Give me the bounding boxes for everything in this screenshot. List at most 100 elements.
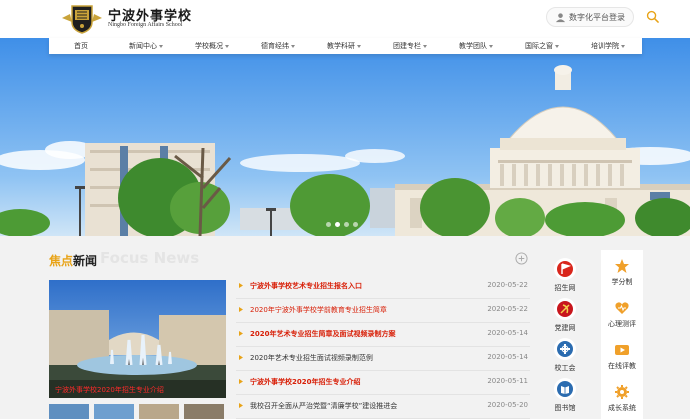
featured-news-caption: 宁波外事学校2020年招生专业介绍 [55, 386, 164, 394]
page: 宁波外事学校 Ningbo Foreign Affairs School 数字化… [0, 0, 690, 419]
news-title: 宁波外事学校艺术专业招生报名入口 [250, 282, 362, 290]
search-icon[interactable] [646, 10, 659, 23]
school-name-en: Ningbo Foreign Affairs School [108, 22, 183, 28]
section-title-en: Focus News [100, 249, 200, 267]
thumbnail[interactable] [139, 404, 179, 419]
section-title: 焦点新闻 [49, 252, 97, 269]
carousel-dot[interactable] [344, 222, 349, 227]
news-item[interactable]: 我校召开全面从严治党暨“清廉学校”建设推进会 2020-05-20 [236, 395, 530, 419]
nav-item-teaching-research[interactable]: 教学科研 [327, 41, 361, 51]
quick-link-label: 图书馆 [554, 404, 576, 412]
card-label: 在线评教 [608, 362, 636, 370]
quick-link-library[interactable]: 图书馆 [546, 372, 586, 412]
thumbnail[interactable] [49, 404, 89, 419]
video-icon [615, 345, 629, 355]
bullet-arrow-icon [239, 307, 243, 312]
bullet-arrow-icon [239, 331, 243, 336]
nav-item-league-column[interactable]: 团建专栏 [393, 41, 427, 51]
nav-label: 教学团队 [459, 42, 487, 50]
nav-item-home[interactable]: 首页 [74, 41, 88, 51]
library-icon [557, 381, 573, 397]
news-item[interactable]: 宁波外事学校艺术专业招生报名入口 2020-05-22 [236, 275, 530, 299]
chevron-down-icon [489, 44, 493, 48]
union-icon [557, 341, 573, 357]
chevron-down-icon [291, 44, 295, 48]
flag-icon [557, 261, 573, 277]
news-date: 2020-05-14 [487, 329, 528, 337]
nav-label: 团建专栏 [393, 42, 421, 50]
news-date: 2020-05-22 [487, 281, 528, 289]
quick-link-party[interactable]: 党建网 [546, 292, 586, 332]
section-title-rest: 新闻 [73, 254, 98, 268]
heart-icon [615, 302, 629, 314]
gear-icon [615, 385, 629, 399]
news-date: 2020-05-20 [487, 401, 528, 409]
service-cards: 学分制 心理测评 在线评教 成长系统 [601, 250, 643, 419]
portal-login-label: 数字化平台登录 [569, 13, 625, 22]
chevron-down-icon [423, 44, 427, 48]
quick-link-admissions[interactable]: 招生网 [546, 252, 586, 292]
nav-label: 培训学院 [591, 42, 619, 50]
section-title-highlight: 焦点 [49, 254, 74, 268]
chevron-down-icon [159, 44, 163, 48]
carousel-dot-active[interactable] [335, 222, 340, 227]
campus-photo [0, 38, 690, 236]
carousel-dot[interactable] [353, 222, 358, 227]
nav-item-school-overview[interactable]: 学校概况 [195, 41, 229, 51]
news-title: 2020年宁波外事学校学前教育专业招生简章 [250, 306, 387, 314]
card-psych-test[interactable]: 心理测评 [601, 294, 643, 336]
main-nav: 首页 新闻中心 学校概况 德育经纬 教学科研 团建专栏 教学团队 国际之窗 培训… [49, 38, 642, 54]
nav-label: 学校概况 [195, 42, 223, 50]
bullet-arrow-icon [239, 355, 243, 360]
news-item[interactable]: 2020年艺术专业招生面试视频录制范例 2020-05-14 [236, 347, 530, 371]
news-title: 宁波外事学校2020年招生专业介绍 [250, 378, 361, 386]
star-icon [615, 259, 629, 273]
nav-item-international[interactable]: 国际之窗 [525, 41, 559, 51]
school-crest-icon [62, 5, 102, 34]
card-growth-system[interactable]: 成长系统 [601, 378, 643, 419]
featured-thumbnails [49, 404, 226, 419]
nav-item-news-center[interactable]: 新闻中心 [129, 41, 163, 51]
card-label: 心理测评 [608, 320, 636, 328]
news-title: 2020年艺术专业招生面试视频录制范例 [250, 354, 373, 362]
carousel-dot[interactable] [326, 222, 331, 227]
user-icon [555, 13, 566, 23]
nav-item-training-college[interactable]: 培训学院 [591, 41, 625, 51]
quick-link-circle [554, 258, 576, 280]
portal-login-button[interactable]: 数字化平台登录 [546, 7, 634, 27]
nav-label: 教学科研 [327, 42, 355, 50]
quick-link-circle [554, 338, 576, 360]
card-online-evaluation[interactable]: 在线评教 [601, 336, 643, 378]
thumbnail[interactable] [184, 404, 224, 419]
quick-link-circle [554, 298, 576, 320]
quick-link-circle [554, 378, 576, 400]
carousel-indicators [326, 222, 366, 228]
news-date: 2020-05-14 [487, 353, 528, 361]
school-logo[interactable]: 宁波外事学校 Ningbo Foreign Affairs School [60, 2, 191, 34]
featured-news-image[interactable]: 宁波外事学校2020年招生专业介绍 [49, 280, 226, 398]
card-credit-system[interactable]: 学分制 [601, 252, 643, 294]
nav-label: 国际之窗 [525, 42, 553, 50]
card-label: 学分制 [611, 278, 633, 286]
chevron-down-icon [621, 44, 625, 48]
nav-label: 首页 [74, 42, 88, 50]
card-label: 成长系统 [608, 404, 636, 412]
chevron-down-icon [225, 44, 229, 48]
nav-item-teaching-team[interactable]: 教学团队 [459, 41, 493, 51]
more-plus-icon[interactable] [515, 252, 528, 265]
nav-label: 新闻中心 [129, 42, 157, 50]
hero-banner[interactable] [0, 38, 690, 236]
chevron-down-icon [357, 44, 361, 48]
news-title: 2020年艺术专业招生简章及面试视频录制方案 [250, 330, 396, 338]
party-emblem-icon [557, 301, 573, 317]
nav-label: 德育经纬 [261, 42, 289, 50]
nav-item-moral-education[interactable]: 德育经纬 [261, 41, 295, 51]
news-item[interactable]: 2020年艺术专业招生简章及面试视频录制方案 2020-05-14 [236, 323, 530, 347]
news-title: 我校召开全面从严治党暨“清廉学校”建设推进会 [250, 402, 398, 410]
news-item[interactable]: 2020年宁波外事学校学前教育专业招生简章 2020-05-22 [236, 299, 530, 323]
featured-photo [49, 280, 226, 398]
quick-link-union[interactable]: 校工会 [546, 332, 586, 372]
bullet-arrow-icon [239, 283, 243, 288]
news-item[interactable]: 宁波外事学校2020年招生专业介绍 2020-05-11 [236, 371, 530, 395]
thumbnail[interactable] [94, 404, 134, 419]
